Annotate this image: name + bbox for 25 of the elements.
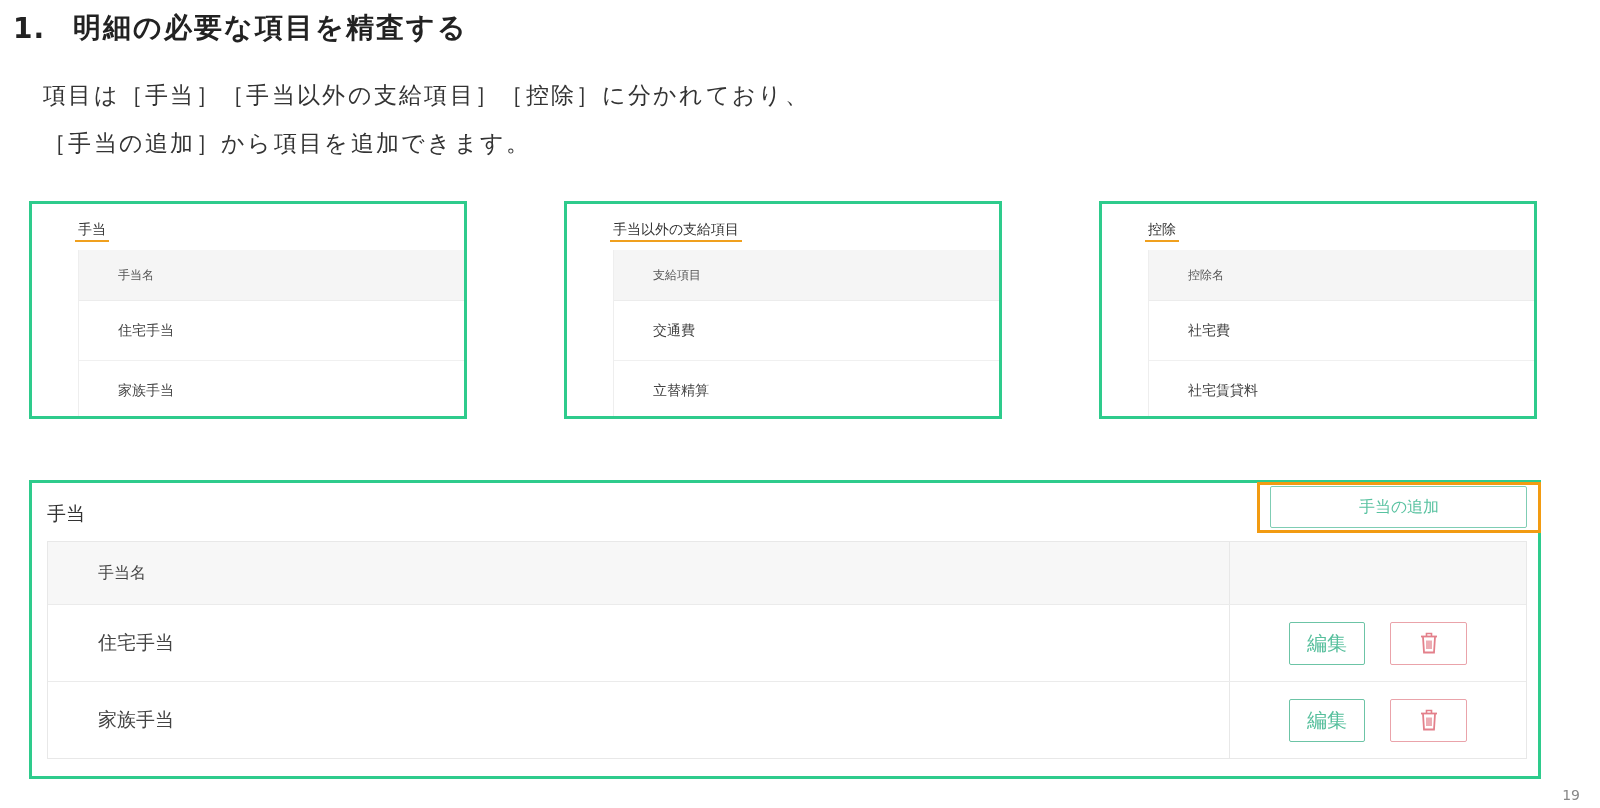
tab[interactable]: 手当 [75, 220, 109, 242]
table-cell-text: 家族手当 [98, 707, 174, 732]
column-header: 控除名 [1188, 266, 1224, 284]
description-text: ［手当の追加］から項目を追加できます。 [43, 129, 532, 158]
column-header: 手当名 [98, 562, 146, 584]
delete-button[interactable] [1390, 698, 1467, 742]
section-title: 手当 [47, 501, 85, 525]
heading-title: 明細の必要な項目を精査する [73, 10, 468, 46]
table-cell: 住宅手当 [118, 321, 174, 340]
heading-number: 1. [13, 11, 47, 45]
table-cell: 交通費 [653, 321, 695, 340]
trash-icon [1419, 632, 1438, 654]
table-cell: 社宅費 [1188, 321, 1230, 340]
description-text: 項目は［手当］［手当以外の支給項目］［控除］に分かれており、 [43, 81, 810, 110]
table-cell: 立替精算 [653, 381, 709, 400]
table-cell: 社宅賃貸料 [1188, 381, 1258, 400]
table-cell-text: 住宅手当 [98, 630, 174, 655]
delete-button[interactable] [1390, 621, 1467, 665]
trash-icon [1419, 709, 1438, 731]
table-cell: 家族手当 [118, 381, 174, 400]
tab[interactable]: 手当以外の支給項目 [610, 220, 742, 242]
column-header: 支給項目 [653, 266, 701, 284]
page-number: 19 [1562, 787, 1580, 803]
tab[interactable]: 控除 [1145, 220, 1179, 242]
column-header: 手当名 [118, 266, 154, 284]
